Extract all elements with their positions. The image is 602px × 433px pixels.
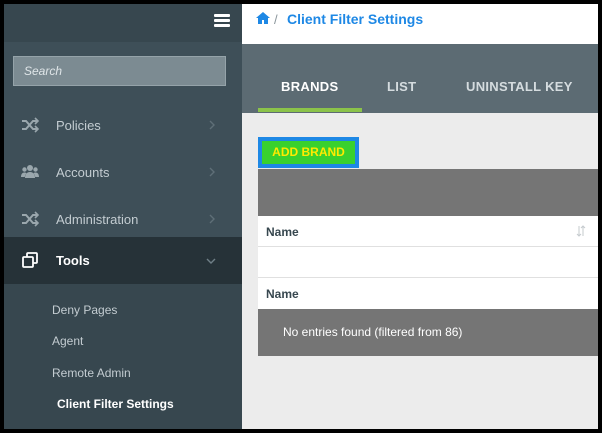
clone-icon (22, 252, 38, 268)
brands-panel: ADD BRAND Name Name No entries found (fi… (242, 113, 598, 429)
breadcrumb: / Client Filter Settings (242, 4, 598, 44)
table-toolbar (258, 169, 598, 216)
submenu-item-client-filter-settings[interactable]: Client Filter Settings (57, 397, 174, 411)
hamburger-menu-icon[interactable] (214, 14, 230, 28)
sidebar-search-area (4, 42, 242, 102)
sidebar-item-label: Policies (56, 118, 101, 133)
column-header-name[interactable]: Name (266, 225, 299, 239)
tab-uninstall-key[interactable]: UNINSTALL KEY (466, 79, 573, 94)
search-input[interactable] (13, 56, 226, 86)
sidebar-item-label: Administration (56, 212, 139, 227)
shuffle-icon (22, 117, 39, 133)
tab-list[interactable]: LIST (387, 79, 416, 94)
main-content: / Client Filter Settings BRANDS LIST UNI… (242, 4, 598, 429)
sort-icon[interactable] (576, 225, 586, 237)
sidebar-item-administration[interactable]: Administration (4, 196, 242, 243)
column-footer-name: Name (266, 287, 299, 301)
submenu-item-deny-pages[interactable]: Deny Pages (52, 303, 117, 317)
table-header-row: Name (258, 216, 598, 247)
chevron-right-icon (209, 214, 215, 224)
add-brand-button-label: ADD BRAND (262, 141, 355, 164)
sidebar-item-label: Accounts (56, 165, 110, 180)
sidebar-item-accounts[interactable]: Accounts (4, 149, 242, 196)
table-info: No entries found (filtered from 86) (258, 309, 598, 356)
chevron-down-icon (206, 258, 216, 264)
submenu-item-agent[interactable]: Agent (52, 334, 83, 348)
shuffle-icon (22, 211, 39, 227)
tab-brands[interactable]: BRANDS (281, 79, 338, 94)
empty-table-message: No entries found (filtered from 86) (283, 325, 463, 339)
chevron-right-icon (209, 167, 215, 177)
page-title: Client Filter Settings (287, 11, 424, 27)
chevron-right-icon (209, 120, 215, 130)
tab-bar: BRANDS LIST UNINSTALL KEY (242, 44, 598, 113)
brands-table: Name Name No entries found (filtered fro… (258, 169, 598, 356)
active-tab-indicator (258, 108, 362, 112)
app-window: Policies Accounts Ad (4, 4, 598, 429)
table-footer-row: Name (258, 278, 598, 309)
users-icon (21, 165, 39, 178)
sidebar: Policies Accounts Ad (4, 4, 242, 429)
tools-submenu: Deny Pages Agent Remote Admin Client Fil… (4, 284, 242, 429)
sidebar-header (4, 4, 242, 42)
sidebar-item-policies[interactable]: Policies (4, 102, 242, 149)
breadcrumb-separator: / (274, 12, 278, 27)
filter-row (258, 247, 598, 278)
add-brand-button[interactable]: ADD BRAND (258, 137, 359, 168)
sidebar-item-tools[interactable]: Tools (4, 237, 242, 284)
home-icon[interactable] (255, 11, 271, 25)
sidebar-item-label: Tools (56, 253, 90, 268)
submenu-item-remote-admin[interactable]: Remote Admin (52, 366, 131, 380)
